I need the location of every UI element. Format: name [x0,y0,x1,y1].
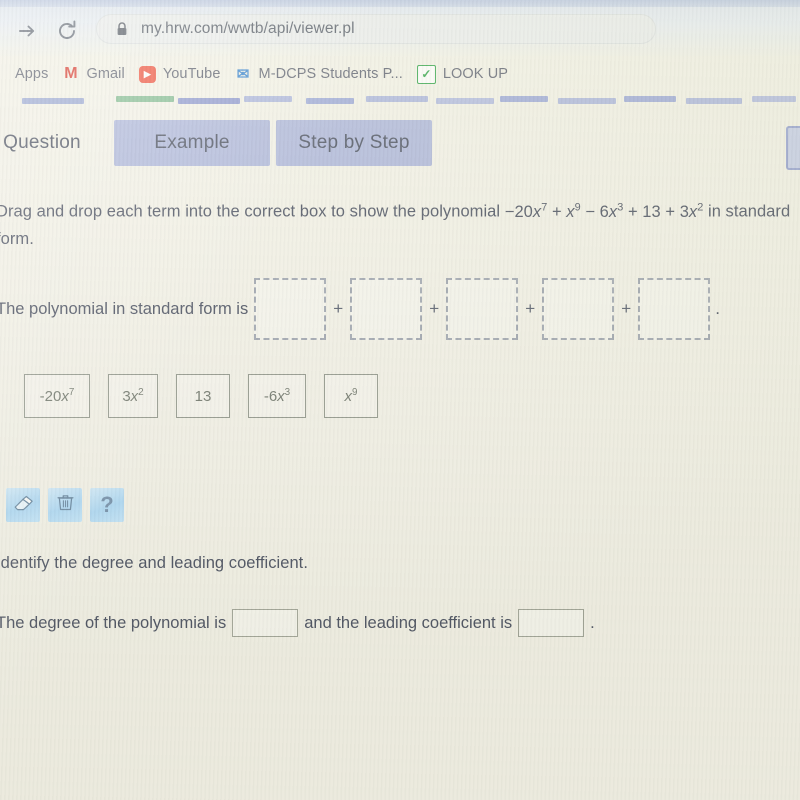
plus-sign: + [429,299,440,318]
strip-segment [178,98,240,104]
window-top-edge [0,0,800,7]
trash-icon [55,492,76,518]
degree-sentence-start: The degree of the polynomial is [0,613,227,632]
dropzone-2[interactable] [350,278,423,340]
bookmark-apps[interactable]: Apps [8,61,55,87]
bookmarks-bar: Apps M Gmail ▶ YouTube ✉ M-DCPS Students… [0,56,800,92]
tool-buttons: ? [6,488,132,522]
term-tile[interactable]: -20x7 [24,374,90,418]
browser-chrome: my.hrw.com/wwtb/api/viewer.pl [0,0,800,56]
question-prompt: Drag and drop each term into the correct… [0,194,796,253]
strip-segment [366,96,428,102]
bookmark-label: YouTube [162,66,221,82]
lesson-page: Question Example Step by Step Drag and d… [0,106,800,800]
tile-text: 3x2 [122,387,144,405]
youtube-icon: ▶ [138,65,156,83]
tab-label: Step by Step [298,132,410,153]
degree-input[interactable] [232,609,299,637]
strip-segment [624,96,676,102]
strip-segment [752,96,796,102]
sentence-period: . [715,299,720,318]
dropzone-5[interactable] [638,278,711,340]
reload-button[interactable] [54,18,80,44]
dropzone-4[interactable] [542,278,615,340]
degree-sentence-middle: and the leading coefficient is [304,613,513,632]
strip-segment [306,98,354,104]
eraser-button[interactable] [6,488,40,522]
help-icon: ? [100,492,114,517]
trash-button[interactable] [48,488,82,522]
plus-sign: + [333,299,344,318]
tab-example[interactable]: Example [114,120,270,166]
tile-text: 13 [194,387,212,405]
term-tile[interactable]: 13 [176,374,230,418]
dropzone-3[interactable] [446,278,519,340]
polynomial-expression: −20x7 + x9 − 6x3 + 13 + 3x2 [504,201,704,221]
standard-form-row: The polynomial in standard form is + + +… [0,274,796,344]
tile-text: -20x7 [39,387,75,405]
tile-text: x9 [344,387,358,405]
plus-sign: + [525,299,536,318]
tab-label: Example [154,132,230,153]
mdcps-icon: ✉ [236,66,250,83]
cut-off-toolbar-strip [0,92,800,106]
term-tile[interactable]: x9 [324,374,378,418]
standard-form-label: The polynomial in standard form is [0,299,249,318]
leading-coefficient-input[interactable] [518,609,585,637]
dropzone-1[interactable] [254,278,327,340]
strip-segment [436,98,494,104]
bookmark-label: LOOK UP [442,66,509,82]
bookmark-label: M-DCPS Students P... [258,66,403,82]
bookmark-youtube[interactable]: ▶ YouTube [132,61,228,87]
strip-segment [500,96,548,102]
address-bar[interactable]: my.hrw.com/wwtb/api/viewer.pl [96,14,656,44]
sentence-period: . [590,613,595,632]
check-icon: ✓ [416,64,436,84]
plus-sign: + [621,299,632,318]
gmail-icon: M [64,65,78,82]
strip-segment [686,98,742,104]
help-button[interactable]: ? [90,488,124,522]
tile-text: -6x3 [263,387,291,405]
bookmark-lookup[interactable]: ✓ LOOK UP [410,61,515,87]
degree-answer-row: The degree of the polynomial is and the … [0,606,796,640]
term-tile[interactable]: 3x2 [108,374,158,418]
tab-partial-right[interactable] [786,126,800,170]
forward-button[interactable] [14,18,40,44]
bookmark-label: Gmail [86,66,125,82]
tab-label: Question [3,132,81,153]
prompt-lead: Drag and drop each term into the correct… [0,202,505,221]
tab-step-by-step[interactable]: Step by Step [276,120,432,166]
strip-segment [558,98,616,104]
bookmark-mdcps[interactable]: ✉ M-DCPS Students P... [228,61,410,87]
eraser-icon [12,492,34,519]
term-tile-tray: -20x7 3x2 13 -6x3 x9 [24,374,396,418]
bookmark-gmail[interactable]: M Gmail [55,61,131,87]
strip-segment [22,98,84,104]
identify-heading: Identify the degree and leading coeffici… [0,554,308,572]
lock-icon [116,22,128,36]
bookmark-label: Apps [15,66,49,82]
term-tile[interactable]: -6x3 [248,374,306,418]
url-text: my.hrw.com/wwtb/api/viewer.pl [141,20,355,37]
tab-question[interactable]: Question [0,120,102,166]
strip-segment [244,96,292,102]
lesson-tabs: Question Example Step by Step [0,114,800,172]
strip-segment [116,96,174,102]
